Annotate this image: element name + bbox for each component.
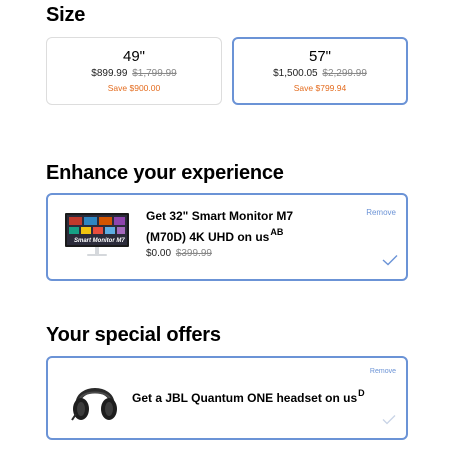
size-option-49[interactable]: 49" $899.99 $1,799.99 Save $900.00 <box>46 37 222 105</box>
smart-monitor-offer-prices: $0.00 $399.99 <box>146 248 212 259</box>
remove-jbl-headset-link[interactable]: Remove <box>370 368 396 375</box>
checkmark-icon <box>382 253 398 271</box>
size-option-57[interactable]: 57" $1,500.05 $2,299.99 Save $799.94 <box>232 37 408 105</box>
jbl-headset-image <box>70 378 120 427</box>
size-option-label: 57" <box>308 48 331 65</box>
smart-monitor-offer-original-price: $399.99 <box>175 248 212 259</box>
checkmark-icon <box>382 412 396 430</box>
size-option-original-price: $1,799.99 <box>132 68 177 79</box>
size-option-label: 49" <box>122 48 145 65</box>
size-option-price: $899.99 <box>91 68 128 79</box>
offers-section-title: Your special offers <box>46 324 221 346</box>
size-option-price: $1,500.05 <box>273 68 318 79</box>
size-option-savings: Save $799.94 <box>293 83 347 93</box>
smart-monitor-image: Smart Monitor M7 <box>64 212 130 263</box>
smart-monitor-offer-card[interactable]: Smart Monitor M7 Get 32" Smart Monitor M… <box>46 193 408 281</box>
smart-monitor-offer-title: Get 32" Smart Monitor M7 (M70D) 4K UHD o… <box>146 208 316 245</box>
enhance-section-title: Enhance your experience <box>46 162 284 184</box>
size-section-title: Size <box>46 4 86 26</box>
size-option-savings: Save $900.00 <box>107 83 161 93</box>
size-option-prices: $1,500.05 $2,299.99 <box>234 68 406 79</box>
size-option-prices: $899.99 $1,799.99 <box>47 68 221 79</box>
jbl-headset-offer-footnote: D <box>358 388 365 398</box>
size-option-original-price: $2,299.99 <box>322 68 367 79</box>
smart-monitor-offer-price: $0.00 <box>146 248 172 259</box>
jbl-headset-offer-title-text: Get a JBL Quantum ONE headset on us <box>132 391 358 405</box>
jbl-headset-offer-title: Get a JBL Quantum ONE headset on usD <box>132 385 365 406</box>
remove-smart-monitor-link[interactable]: Remove <box>366 208 396 217</box>
svg-text:Smart Monitor M7: Smart Monitor M7 <box>74 238 125 244</box>
smart-monitor-offer-footnote: AB <box>270 227 284 237</box>
jbl-headset-offer-card[interactable]: Remove Get a JBL Quantum ONE headset on … <box>46 356 408 440</box>
